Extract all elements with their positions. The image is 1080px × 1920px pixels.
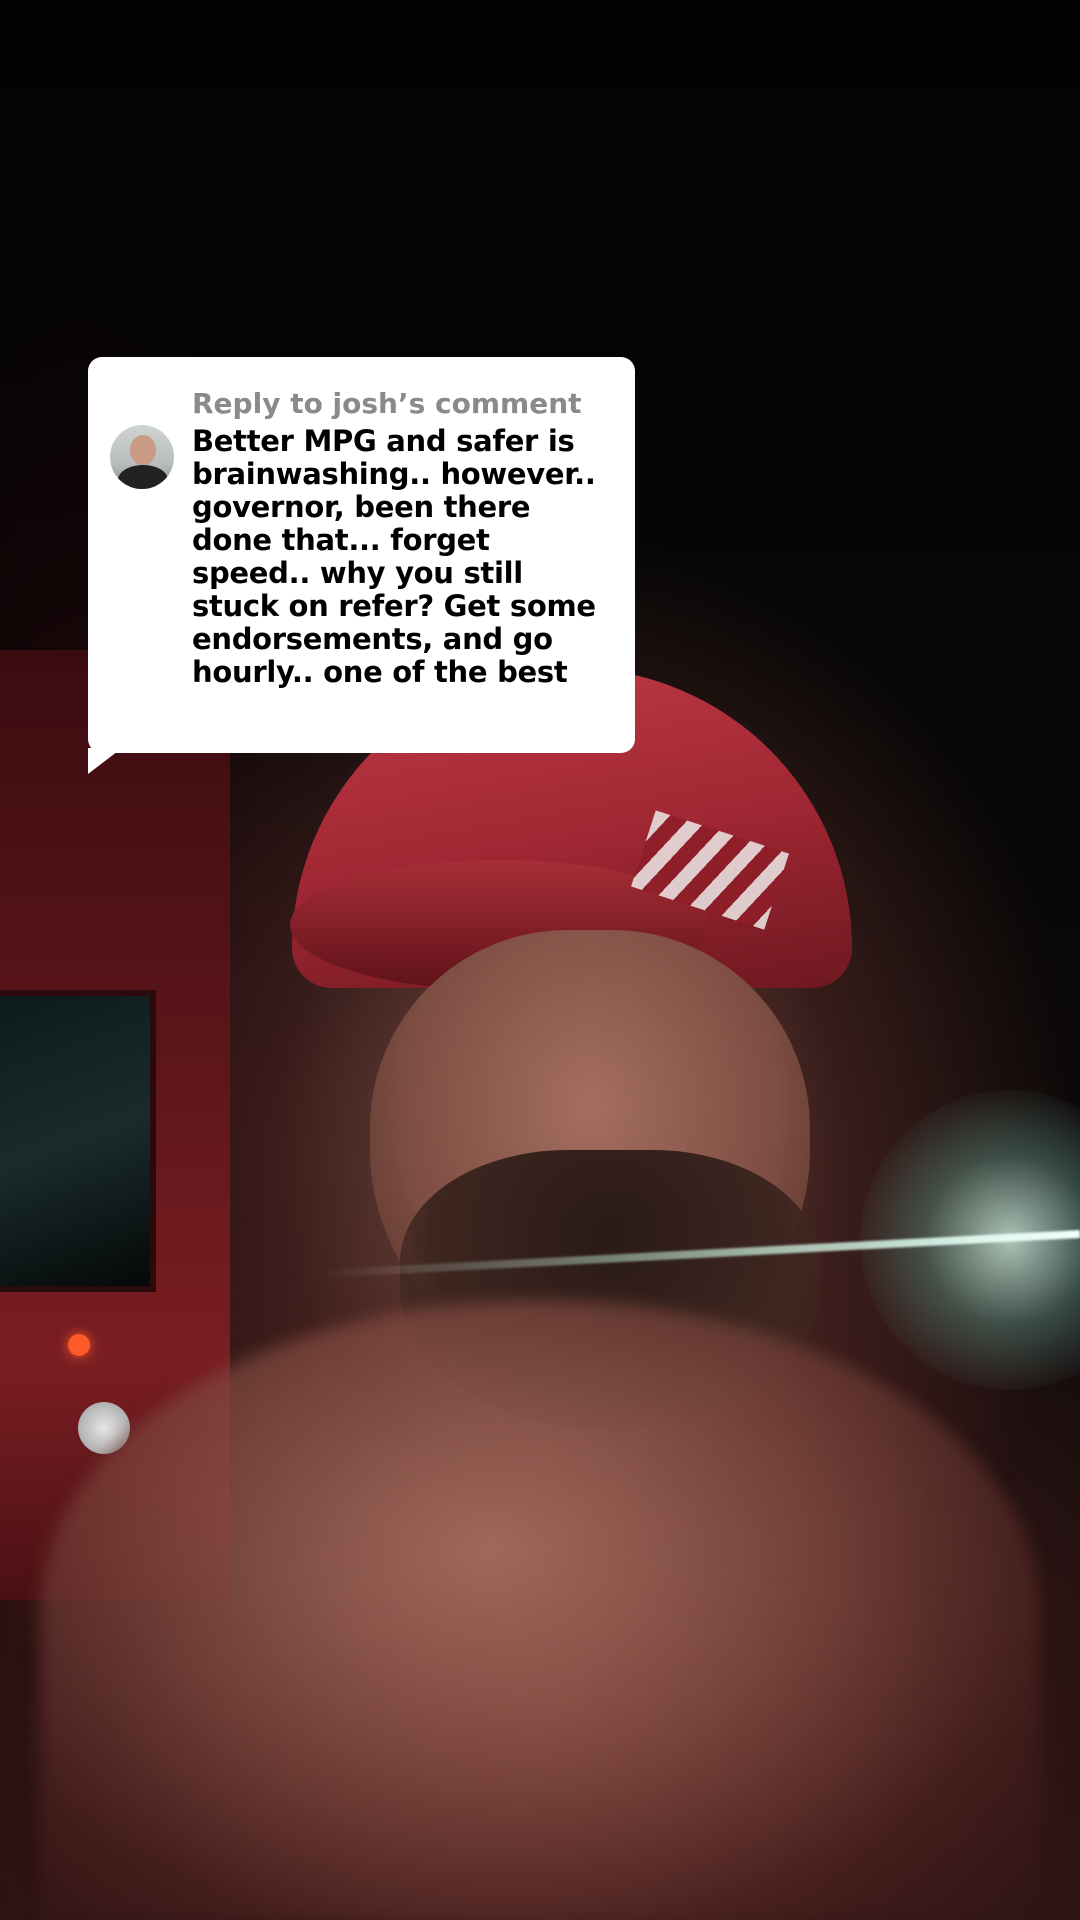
comment-line: hourly.. one of the best: [192, 655, 568, 689]
comment-line: endorsements, and go: [192, 622, 553, 656]
blurred-hand: [40, 1300, 1040, 1920]
comment-line: governor, been there: [192, 490, 531, 524]
reply-comment-bubble[interactable]: Reply to josh’s comment Better MPG and s…: [88, 357, 635, 753]
comment-line: stuck on refer? Get some: [192, 589, 596, 623]
comment-line: Better MPG and safer is: [192, 424, 575, 458]
reply-comment-text: Better MPG and safer is brainwashing.. h…: [192, 425, 622, 689]
video-frame[interactable]: Reply to josh’s comment Better MPG and s…: [0, 0, 1080, 1920]
bubble-tail: [88, 748, 122, 774]
comment-line: brainwashing.. however..: [192, 457, 596, 491]
user-avatar-icon: [110, 425, 174, 489]
truck-window: [0, 990, 156, 1292]
comment-line: done that... forget: [192, 523, 490, 557]
reply-header: Reply to josh’s comment: [192, 387, 582, 420]
truck-marker-light: [68, 1334, 90, 1356]
comment-line: speed.. why you still: [192, 556, 523, 590]
